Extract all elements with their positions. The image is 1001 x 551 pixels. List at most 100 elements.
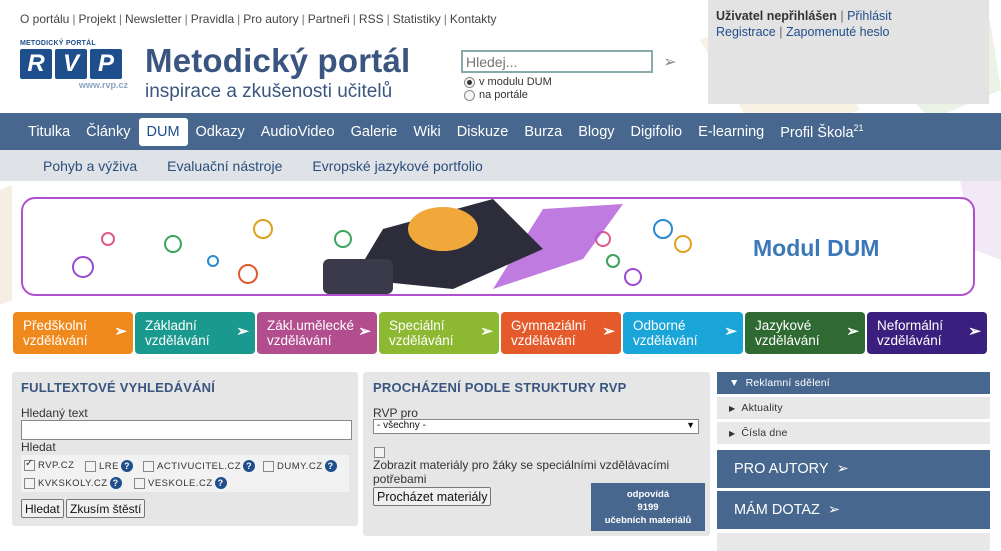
rvp-logo[interactable]: METODICKÝ PORTÁL R V P www.rvp.cz (20, 40, 128, 96)
link-stats[interactable]: Statistiky (393, 12, 441, 26)
source-label: RVP.CZ (38, 460, 75, 471)
source-kvkskoly[interactable]: KVKSKOLY.CZ? (24, 477, 122, 489)
subnav-pohyb[interactable]: Pohyb a výživa (43, 158, 137, 174)
logo-url: www.rvp.cz (78, 80, 128, 90)
help-icon[interactable]: ? (120, 460, 133, 472)
nav-profil-skola[interactable]: Profil Škola21 (772, 117, 871, 147)
nav-digifolio[interactable]: Digifolio (623, 118, 691, 146)
rvp-label: RVP pro (373, 406, 418, 420)
sidebar-label: Aktuality (741, 402, 783, 414)
nav-profil-label: Profil Škola (780, 124, 854, 141)
cat-label: Speciální (389, 318, 445, 333)
link-partners[interactable]: Partneři (308, 12, 350, 26)
structure-title: PROCHÁZENÍ PODLE STRUKTURY RVP (373, 380, 627, 395)
subnav-portfolio[interactable]: Evropské jazykové portfolio (312, 158, 482, 174)
cat-zus[interactable]: Zákl.umělecké vzdělávání ➢ (257, 312, 377, 354)
link-authors[interactable]: Pro autory (243, 12, 298, 26)
nav-wiki[interactable]: Wiki (405, 118, 448, 146)
rvp-select[interactable]: - všechny - ▼ (373, 419, 699, 434)
lucky-button[interactable]: Zkusím štěstí (66, 499, 146, 518)
sidebar-bottom (717, 533, 990, 551)
module-banner: Modul DUM (21, 197, 975, 296)
nav-clanky[interactable]: Články (78, 118, 138, 146)
cat-label: vzdělávání (267, 333, 332, 348)
logo-letter: P (90, 49, 122, 79)
cat-specialni[interactable]: Speciální vzdělávání ➢ (379, 312, 499, 354)
cat-neformalni[interactable]: Neformální vzdělávání ➢ (867, 312, 987, 354)
page: { "topnav":["O portálu","Projekt","Newsl… (0, 0, 1001, 551)
ask-question-button[interactable]: MÁM DOTAZ ➢ (717, 491, 990, 529)
source-label: DUMY.CZ (277, 460, 323, 472)
nav-titulka[interactable]: Titulka (20, 118, 78, 146)
logo-letter: V (55, 49, 87, 79)
help-icon[interactable]: ? (243, 460, 256, 472)
source-lre[interactable]: LRE? (85, 460, 133, 472)
help-icon[interactable]: ? (214, 477, 227, 489)
cat-label: Jazykové (755, 318, 812, 333)
login-link[interactable]: Přihlásit (847, 9, 891, 23)
arrow-icon: ➢ (827, 502, 841, 518)
search-button[interactable]: Hledat (21, 499, 64, 518)
arrow-icon: ➢ (236, 323, 249, 340)
where-label: Hledat (21, 440, 56, 454)
nav-elearning[interactable]: E-learning (690, 118, 772, 146)
source-rvp[interactable]: RVP.CZ (24, 458, 75, 471)
source-dumy[interactable]: DUMY.CZ? (263, 460, 337, 472)
radio-module[interactable]: v modulu DUM (464, 76, 552, 88)
cat-label: vzdělávání (389, 333, 454, 348)
cat-label: vzdělávání (877, 333, 942, 348)
nav-audiovideo[interactable]: AudioVideo (253, 118, 343, 146)
fulltext-panel: FULLTEXTOVÉ VYHLEDÁVÁNÍ Hledaný text Hle… (12, 372, 358, 526)
sidebar: ▼ Reklamní sdělení ▶ Aktuality ▶ Čísla dne (717, 372, 990, 447)
subnav-evaluace[interactable]: Evaluační nástroje (167, 158, 282, 174)
special-needs-checkbox[interactable] (374, 447, 385, 458)
cat-gymnazialni[interactable]: Gymnaziální vzdělávání ➢ (501, 312, 621, 354)
cat-jazykove[interactable]: Jazykové vzdělávání ➢ (745, 312, 865, 354)
query-input[interactable] (21, 420, 352, 440)
arrow-icon: ➢ (358, 323, 371, 340)
link-about[interactable]: O portálu (20, 12, 69, 26)
link-project[interactable]: Projekt (78, 12, 115, 26)
nav-blogy[interactable]: Blogy (570, 118, 622, 146)
source-activucitel[interactable]: ACTIVUCITEL.CZ? (143, 460, 256, 472)
source-label: VESKOLE.CZ (148, 477, 213, 489)
radio-portal[interactable]: na portále (464, 89, 528, 101)
register-link[interactable]: Registrace (716, 25, 776, 39)
ask-question-label: MÁM DOTAZ (734, 502, 820, 518)
source-label: LRE (99, 460, 119, 472)
source-veskole[interactable]: VESKOLE.CZ? (134, 477, 227, 489)
cat-predskolni[interactable]: Předškolní vzdělávání ➢ (13, 312, 133, 354)
count-pre: odpovídá (626, 489, 670, 500)
nav-galerie[interactable]: Galerie (343, 118, 406, 146)
browse-button[interactable]: Procházet materiály (373, 487, 492, 506)
nav-diskuze[interactable]: Diskuze (449, 118, 517, 146)
arrow-icon: ➢ (968, 323, 981, 340)
sidebar-item-ads[interactable]: ▼ Reklamní sdělení (717, 372, 990, 394)
source-label: KVKSKOLY.CZ (38, 477, 108, 489)
for-authors-button[interactable]: PRO AUTORY ➢ (717, 450, 990, 488)
banner-title: Modul DUM (753, 235, 880, 261)
search-arrow-icon[interactable]: ➢ (660, 52, 680, 72)
sidebar-item-numbers[interactable]: ▶ Čísla dne (717, 422, 990, 444)
link-newsletter[interactable]: Newsletter (125, 12, 182, 26)
nav-odkazy[interactable]: Odkazy (188, 118, 253, 146)
cat-odborne[interactable]: Odborné vzdělávání ➢ (623, 312, 743, 354)
site-subtitle: inspirace a zkušenosti učitelů (145, 81, 393, 102)
link-rss[interactable]: RSS (359, 12, 384, 26)
link-contacts[interactable]: Kontakty (450, 12, 497, 26)
cat-zakladni[interactable]: Základní vzdělávání ➢ (135, 312, 255, 354)
forgot-password-link[interactable]: Zapomenuté heslo (786, 25, 890, 39)
cat-label: vzdělávání (755, 333, 820, 348)
help-icon[interactable]: ? (324, 460, 337, 472)
arrow-icon: ➢ (836, 461, 849, 477)
link-rules[interactable]: Pravidla (191, 12, 234, 26)
main-nav: Titulka Články DUM Odkazy AudioVideo Gal… (0, 113, 1001, 150)
nav-dum[interactable]: DUM (138, 117, 188, 146)
logo-caption: METODICKÝ PORTÁL (20, 40, 96, 47)
search-input[interactable] (461, 50, 653, 73)
fulltext-title: FULLTEXTOVÉ VYHLEDÁVÁNÍ (21, 380, 216, 395)
sidebar-item-news[interactable]: ▶ Aktuality (717, 397, 990, 419)
help-icon[interactable]: ? (109, 477, 122, 489)
nav-burza[interactable]: Burza (516, 118, 570, 146)
cat-label: vzdělávání (145, 333, 210, 348)
